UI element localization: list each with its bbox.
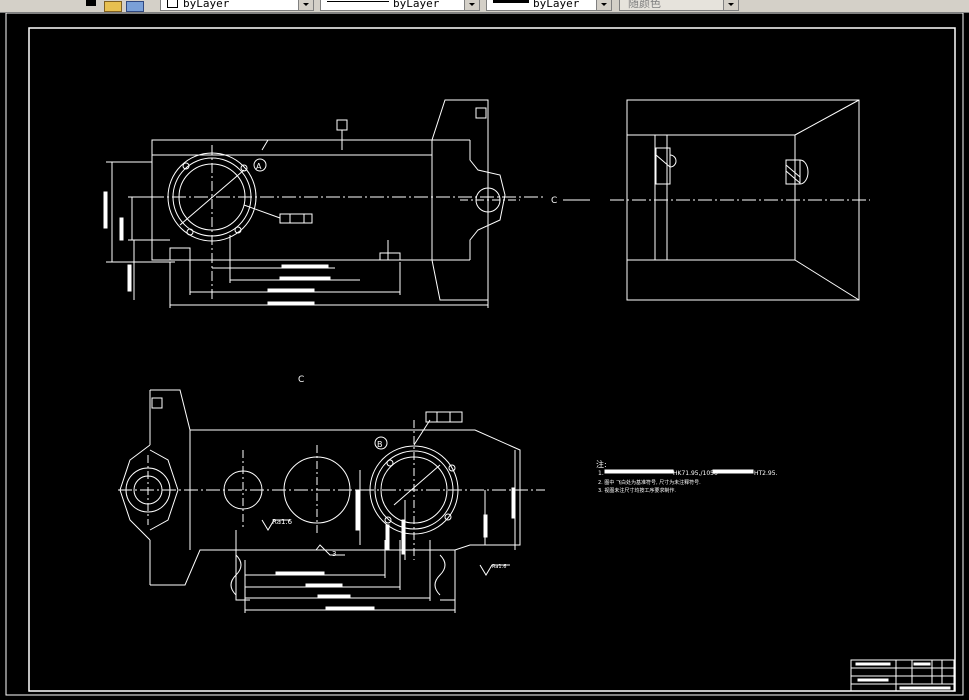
lineweight-combo[interactable]: byLayer xyxy=(486,0,612,11)
color-combo-value: byLayer xyxy=(183,0,230,10)
color-combo[interactable]: byLayer xyxy=(160,0,314,11)
color-swatch xyxy=(167,0,178,8)
linetype-combo-value: byLayer xyxy=(393,0,440,10)
chevron-down-icon[interactable] xyxy=(298,0,313,10)
section-c-label-top: C xyxy=(551,196,557,206)
plotstyle-combo[interactable]: 随颜色 xyxy=(619,0,739,11)
datum-label-3: 3 xyxy=(332,550,336,558)
notes-title: 注: xyxy=(596,459,607,469)
notes-line1: 1. xyxy=(598,470,604,477)
chevron-down-icon[interactable] xyxy=(723,0,738,10)
lineweight-combo-value: byLayer xyxy=(533,0,580,10)
notes-line2: 2. 图中 飞白处为基准符号, 尺寸为未注释符号. xyxy=(598,479,701,486)
chevron-down-icon[interactable] xyxy=(596,0,611,10)
drawing-canvas[interactable]: C C A B Ra1.6 Ra1.6 3 注: 1. HK71.95,/105… xyxy=(0,13,969,700)
notes-line1-end: HK71.95,/1050 xyxy=(673,470,718,477)
layer-states-icon[interactable] xyxy=(104,1,122,12)
properties-toolbar: byLayer byLayer byLayer 随颜色 xyxy=(0,0,969,13)
layer-icons-strip[interactable] xyxy=(82,0,148,12)
layer-previous-icon[interactable] xyxy=(126,1,144,12)
notes-line3: 3. 视图未注尺寸均按工序要求制作. xyxy=(598,487,676,494)
linetype-combo[interactable]: byLayer xyxy=(320,0,480,11)
linetype-preview xyxy=(327,1,389,2)
lineweight-preview xyxy=(493,0,529,3)
plotstyle-combo-value: 随颜色 xyxy=(628,0,661,10)
notes-line1-tail: HT2.95. xyxy=(754,470,778,477)
detail-a-label: A xyxy=(256,162,262,171)
roughness-label-2: Ra1.6 xyxy=(492,564,506,570)
section-c-label-bottom: C xyxy=(298,375,304,385)
detail-b-label: B xyxy=(377,440,383,449)
chevron-down-icon[interactable] xyxy=(464,0,479,10)
roughness-label-1: Ra1.6 xyxy=(272,518,293,526)
